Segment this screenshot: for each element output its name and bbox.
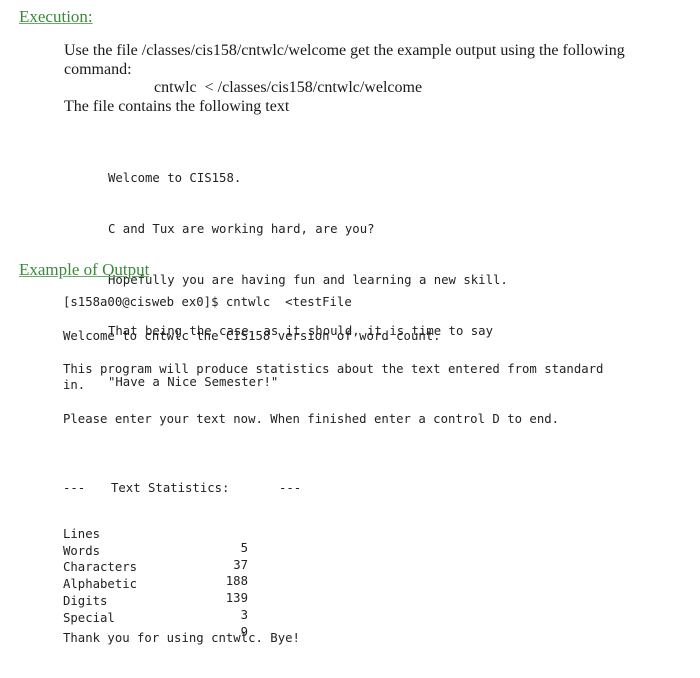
stats-row: Words 37 — [63, 530, 248, 572]
instructions: Please enter your text now. When finishe… — [63, 412, 560, 426]
shell-prompt: [s158a00@cisweb ex0]$ cntwlc <testFile — [63, 295, 352, 309]
execution-heading: Execution: — [19, 7, 93, 26]
example-output-heading: Example of Output — [19, 260, 150, 279]
stats-row: Lines 5 — [63, 513, 248, 555]
description-line-2: in. — [63, 378, 86, 392]
stats-header-title: Text Statistics: — [111, 481, 230, 495]
stats-row: Special 9 — [63, 597, 248, 639]
file-text-line: "Have a Nice Semester!" — [108, 375, 279, 389]
intro-line-1: Use the file /classes/cis158/cntwlc/welc… — [64, 42, 625, 59]
stats-row: Characters 188 — [63, 546, 248, 588]
file-contains-text: The file contains the following text — [64, 98, 290, 115]
command-line: cntwlc < /classes/cis158/cntwlc/welcome — [154, 79, 423, 96]
intro-line-2: command: — [64, 61, 132, 78]
stats-header-left-dashes: --- — [63, 481, 86, 495]
file-text-line: Welcome to CIS158. — [108, 171, 242, 185]
description-line-1: This program will produce statistics abo… — [63, 362, 604, 376]
stats-row: Digits 3 — [63, 580, 248, 622]
file-text-line: Hopefully you are having fun and learnin… — [108, 273, 508, 287]
stat-label: Special — [63, 611, 115, 625]
file-text-line: C and Tux are working hard, are you? — [108, 222, 375, 236]
goodbye-message: Thank you for using cntwlc. Bye! — [63, 631, 300, 645]
stats-header-right-dashes: --- — [279, 481, 302, 495]
stats-row: Alphabetic 139 — [63, 563, 248, 605]
welcome-message: Welcome to cntwlc the CIS158 version of … — [63, 329, 441, 343]
